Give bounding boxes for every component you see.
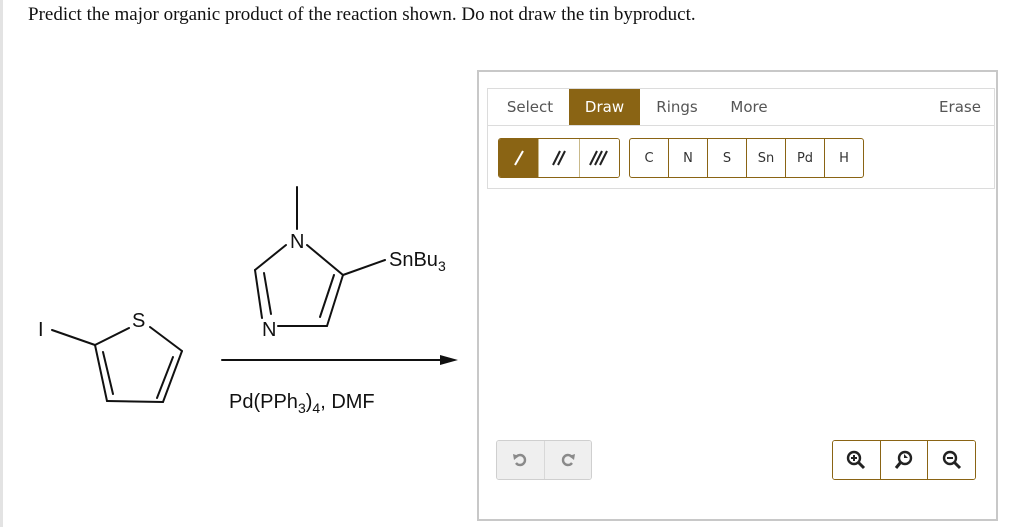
zoom-out-icon xyxy=(942,450,961,470)
redo-button[interactable] xyxy=(544,441,591,479)
atom-button-c[interactable]: C xyxy=(630,139,669,177)
undo-button[interactable] xyxy=(497,441,545,479)
main-toolbar: Select Draw Rings More Erase xyxy=(487,88,995,126)
zoom-in-button[interactable] xyxy=(833,441,881,479)
stannane-label: SnBu3 xyxy=(389,249,446,274)
zoom-in-icon xyxy=(847,450,866,470)
double-bond-button[interactable] xyxy=(539,139,580,177)
tab-erase[interactable]: Erase xyxy=(928,89,992,125)
history-controls xyxy=(496,440,592,480)
zoom-controls xyxy=(832,440,976,480)
draw-tools-bar: C N S Sn Pd H xyxy=(487,126,995,189)
atom-button-s[interactable]: S xyxy=(708,139,747,177)
bond-tools xyxy=(498,138,620,178)
zoom-reset-button[interactable] xyxy=(880,441,929,479)
iodine-label: I xyxy=(38,319,44,341)
atom-button-n[interactable]: N xyxy=(669,139,708,177)
atom-button-pd[interactable]: Pd xyxy=(786,139,825,177)
double-bond-icon xyxy=(552,150,566,166)
reaction-scheme: I S N N SnBu3 Pd(PPh3)4, DMF xyxy=(38,186,458,416)
single-bond-button[interactable] xyxy=(499,139,540,177)
triple-bond-button[interactable] xyxy=(579,139,619,177)
tab-rings[interactable]: Rings xyxy=(642,89,712,125)
single-bond-icon xyxy=(513,150,524,166)
zoom-reset-icon xyxy=(894,450,913,469)
tab-select[interactable]: Select xyxy=(494,89,566,125)
zoom-out-button[interactable] xyxy=(928,441,975,479)
atom-button-sn[interactable]: Sn xyxy=(747,139,786,177)
undo-icon xyxy=(513,453,527,467)
atom-tools: C N S Sn Pd H xyxy=(629,138,864,178)
tab-more[interactable]: More xyxy=(714,89,784,125)
structure-drawing-widget[interactable]: Select Draw Rings More Erase C N S Sn Pd… xyxy=(477,70,998,521)
atom-button-h[interactable]: H xyxy=(825,139,863,177)
imidazole-n1-label: N xyxy=(290,231,304,253)
redo-icon xyxy=(561,453,575,467)
triple-bond-icon xyxy=(589,150,609,166)
reagent-label: Pd(PPh3)4, DMF xyxy=(229,391,375,416)
imidazole-n3-label: N xyxy=(262,319,276,341)
tab-draw[interactable]: Draw xyxy=(569,89,640,125)
thiophene-sulfur-label: S xyxy=(132,310,145,332)
